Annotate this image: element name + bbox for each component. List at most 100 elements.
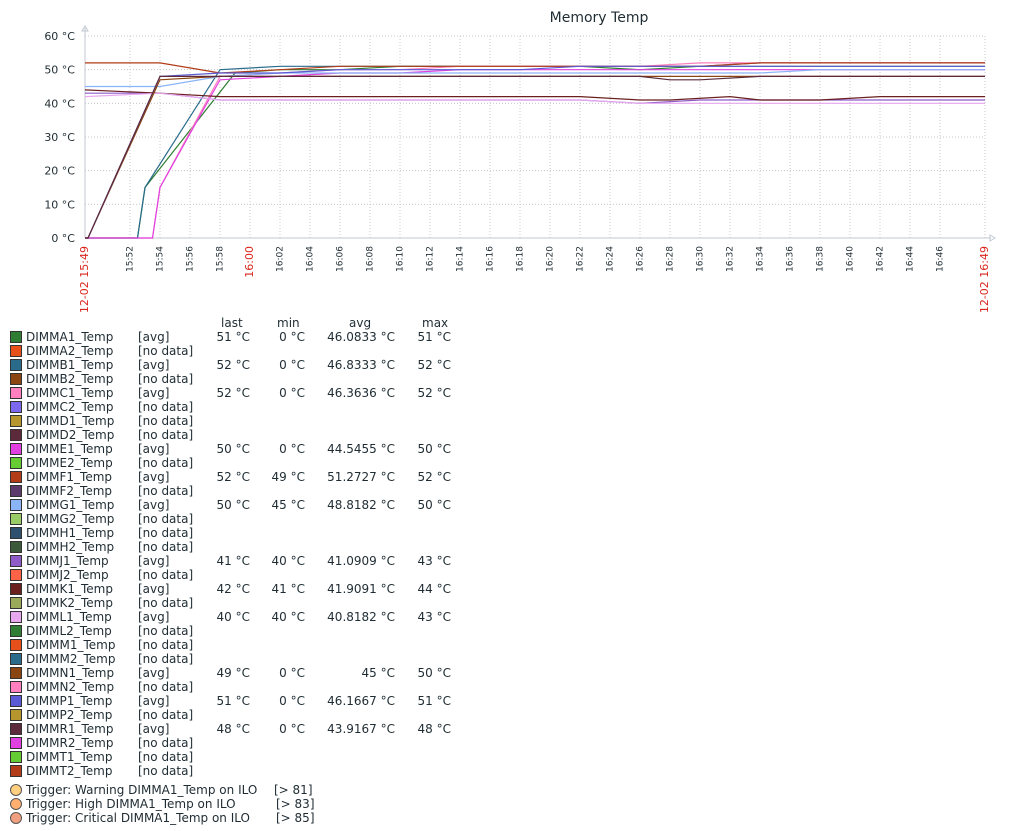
- trigger-threshold: [> 85]: [276, 811, 315, 825]
- legend-item-function: [no data]: [138, 624, 194, 638]
- x-tick-label: 16:30: [696, 246, 706, 272]
- legend-item-name: DIMMD2_Temp: [26, 428, 115, 442]
- legend-item-name: DIMME1_Temp: [26, 442, 113, 456]
- x-tick-label: 16:04: [306, 246, 316, 272]
- x-tick-label: 16:14: [456, 246, 466, 272]
- legend-swatch: [10, 457, 22, 469]
- legend-swatch: [10, 387, 22, 399]
- legend-header-last: last: [221, 316, 243, 330]
- x-tick-label: 16:18: [516, 246, 526, 272]
- x-tick-label: 16:06: [336, 246, 346, 272]
- legend-item-name: DIMMF2_Temp: [26, 484, 113, 498]
- x-tick-label: 15:54: [156, 246, 166, 272]
- legend-item-name: DIMMC2_Temp: [26, 400, 114, 414]
- x-tick-label: 16:26: [636, 246, 646, 272]
- y-tick-label: 40 °C: [44, 97, 75, 110]
- legend-item-function: [no data]: [138, 736, 194, 750]
- x-tick-label: 12-02 15:49: [78, 246, 91, 312]
- x-tick-label: 16:40: [846, 246, 856, 272]
- x-tick-label: 16:12: [426, 246, 436, 272]
- legend-swatch: [10, 485, 22, 497]
- x-tick-label: 16:46: [936, 246, 946, 272]
- legend-swatch: [10, 653, 22, 665]
- legend-swatch: [10, 415, 22, 427]
- legend-item-max: 43 °C: [417, 554, 451, 568]
- legend-item-function: [no data]: [138, 484, 194, 498]
- legend-item-name: DIMMD1_Temp: [26, 414, 115, 428]
- trigger-label: Trigger: High DIMMA1_Temp on ILO: [26, 797, 236, 811]
- legend-swatch: [10, 583, 22, 595]
- x-tick-label: 16:02: [276, 246, 286, 272]
- x-tick-label: 16:00: [243, 246, 256, 278]
- legend-swatch: [10, 611, 22, 623]
- x-tick-label: 16:20: [546, 246, 556, 272]
- legend-item-function: [no data]: [138, 764, 194, 778]
- legend-item-max: 50 °C: [417, 498, 451, 512]
- legend-swatch: [10, 569, 22, 581]
- legend-item-function: [no data]: [138, 414, 194, 428]
- legend-item-name: DIMMG2_Temp: [26, 512, 115, 526]
- trigger-indicator: [10, 798, 22, 810]
- legend-swatch: [10, 555, 22, 567]
- legend-item-function: [avg]: [138, 498, 170, 512]
- legend-header-avg: avg: [349, 316, 372, 330]
- legend-item-name: DIMMN1_Temp: [26, 666, 115, 680]
- legend-item-name: DIMMR1_Temp: [26, 722, 114, 736]
- legend-swatch: [10, 373, 22, 385]
- y-tick-label: 60 °C: [44, 30, 75, 43]
- y-tick-label: 30 °C: [44, 131, 75, 144]
- legend-swatch: [10, 499, 22, 511]
- legend-swatch: [10, 541, 22, 553]
- legend-item-name: DIMMH2_Temp: [26, 540, 115, 554]
- legend-item-max: 50 °C: [417, 442, 451, 456]
- x-tick-label: 16:34: [756, 246, 766, 272]
- legend-item-function: [avg]: [138, 722, 170, 736]
- legend-item-function: [avg]: [138, 610, 170, 624]
- x-tick-label: 15:52: [126, 246, 136, 272]
- legend-item-function: [avg]: [138, 554, 170, 568]
- legend-item-max: 52 °C: [417, 358, 451, 372]
- legend-item-max: 48 °C: [417, 722, 451, 736]
- x-tick-label: 16:08: [366, 246, 376, 272]
- x-tick-label: 16:24: [606, 246, 616, 272]
- x-tick-label: 15:56: [186, 246, 196, 272]
- legend-item-name: DIMMA2_Temp: [26, 344, 114, 358]
- series-line: [85, 62, 985, 74]
- x-tick-label: 16:28: [666, 246, 676, 272]
- legend-swatch: [10, 639, 22, 651]
- x-tick-label: 16:10: [396, 246, 406, 272]
- legend-item-function: [avg]: [138, 582, 170, 596]
- legend-swatch: [10, 597, 22, 609]
- x-tick-label: 16:44: [906, 246, 916, 272]
- legend-swatch: [10, 723, 22, 735]
- series-line: [85, 65, 985, 239]
- legend-item-max: 44 °C: [417, 582, 451, 596]
- legend-item-name: DIMMT2_Temp: [26, 764, 113, 778]
- legend-item-name: DIMMF1_Temp: [26, 470, 113, 484]
- legend-item-name: DIMMC1_Temp: [26, 386, 114, 400]
- legend-item-name: DIMMK1_Temp: [26, 582, 113, 596]
- x-tick-label: 16:38: [816, 246, 826, 272]
- legend-swatch: [10, 513, 22, 525]
- trigger-label: Trigger: Warning DIMMA1_Temp on ILO: [26, 783, 258, 797]
- legend-item-function: [avg]: [138, 694, 170, 708]
- legend-item-function: [avg]: [138, 330, 170, 344]
- legend-item-name: DIMMB2_Temp: [26, 372, 114, 386]
- trigger-threshold: [> 83]: [276, 797, 315, 811]
- legend-item-function: [avg]: [138, 470, 170, 484]
- trigger-threshold: [> 81]: [274, 783, 313, 797]
- legend-swatch: [10, 681, 22, 693]
- legend-item-name: DIMMJ1_Temp: [26, 554, 109, 568]
- legend-item-function: [no data]: [138, 428, 194, 442]
- legend-item-function: [no data]: [138, 526, 194, 540]
- x-tick-label: 16:32: [726, 246, 736, 272]
- legend-item-function: [avg]: [138, 358, 170, 372]
- line-chart: 0 °C 10 °C 20 °C 30 °C 40 °C 50 °C 60 °C 12-02 …: [44, 25, 996, 312]
- legend-item-name: DIMMT1_Temp: [26, 750, 113, 764]
- legend-item-max: 51 °C: [417, 694, 451, 708]
- legend-swatch: [10, 359, 22, 371]
- legend-item-function: [no data]: [138, 680, 194, 694]
- legend-item-name: DIMMM1_Temp: [26, 638, 116, 652]
- legend-item-name: DIMMG1_Temp: [26, 498, 115, 512]
- legend-swatch: [10, 331, 22, 343]
